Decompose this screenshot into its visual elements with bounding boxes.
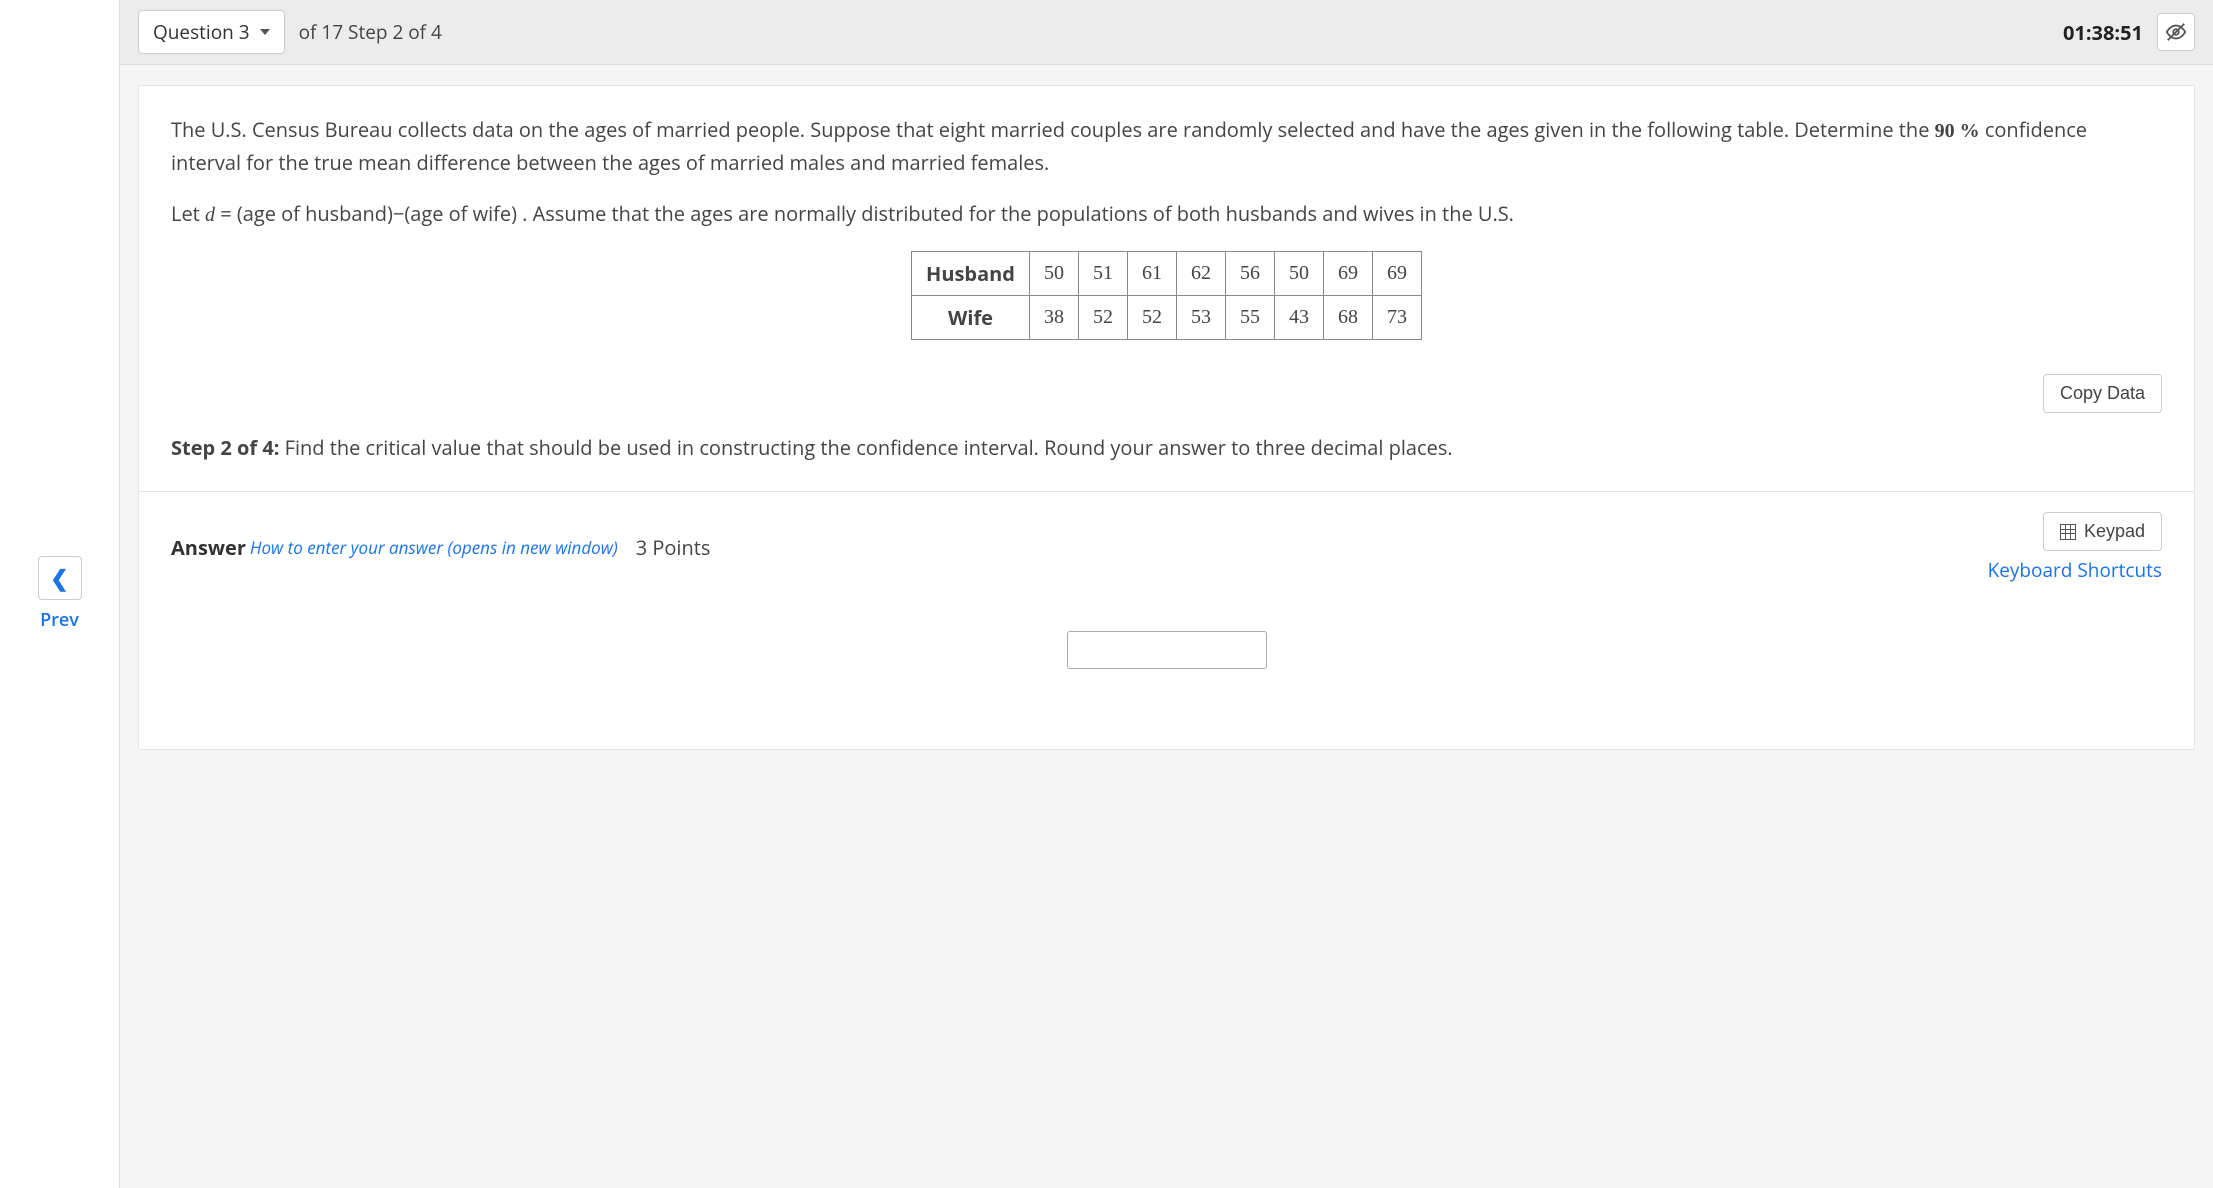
prompt-text: Let: [171, 200, 205, 227]
keypad-label: Keypad: [2084, 521, 2145, 542]
chevron-left-icon: ❮: [50, 563, 68, 593]
table-row: Wife 38 52 52 53 55 43 68 73: [912, 296, 1422, 340]
keypad-button[interactable]: Keypad: [2043, 512, 2162, 551]
wife-age: 68: [1323, 296, 1372, 340]
husband-age: 69: [1323, 252, 1372, 296]
prompt-text: = (age of husband)−(age of wife) . Assum…: [215, 200, 1514, 227]
question-prompt: The U.S. Census Bureau collects data on …: [139, 86, 2194, 368]
progress-text: of 17 Step 2 of 4: [299, 19, 442, 45]
husband-age: 50: [1029, 252, 1078, 296]
wife-age: 52: [1127, 296, 1176, 340]
row-label-husband: Husband: [912, 252, 1030, 296]
question-dropdown-label: Question 3: [153, 19, 250, 45]
husband-age: 50: [1274, 252, 1323, 296]
confidence-level: 90 %: [1935, 120, 1980, 142]
eye-slash-icon: [2165, 21, 2187, 43]
variable-d: d: [205, 204, 215, 226]
answer-help-link[interactable]: How to enter your answer (opens in new w…: [250, 536, 618, 559]
wife-age: 73: [1372, 296, 1421, 340]
hide-timer-button[interactable]: [2157, 13, 2195, 51]
question-dropdown[interactable]: Question 3: [138, 10, 285, 54]
row-label-wife: Wife: [912, 296, 1030, 340]
timer: 01:38:51: [2063, 19, 2143, 46]
answer-input[interactable]: [1067, 631, 1267, 669]
prev-nav-rail: ❮ Prev: [0, 0, 120, 1188]
wife-age: 53: [1176, 296, 1225, 340]
prompt-text: The U.S. Census Bureau collects data on …: [171, 116, 1935, 143]
question-header: Question 3 of 17 Step 2 of 4 01:38:51: [120, 0, 2213, 65]
question-content: The U.S. Census Bureau collects data on …: [138, 85, 2195, 750]
caret-down-icon: [260, 29, 270, 35]
keypad-icon: [2060, 524, 2076, 540]
answer-header: Answer How to enter your answer (opens i…: [139, 491, 2194, 591]
husband-age: 56: [1225, 252, 1274, 296]
prev-label: Prev: [40, 608, 79, 632]
copy-data-label: Copy Data: [2060, 383, 2145, 404]
wife-age: 52: [1078, 296, 1127, 340]
step-label: Step 2 of 4:: [171, 434, 279, 461]
prev-button[interactable]: ❮: [38, 556, 82, 600]
answer-label: Answer: [171, 534, 246, 561]
step-instruction: Step 2 of 4: Find the critical value tha…: [139, 433, 2194, 491]
ages-table: Husband 50 51 61 62 56 50 69 69 Wife 38 …: [911, 251, 1422, 340]
copy-data-button[interactable]: Copy Data: [2043, 374, 2162, 413]
wife-age: 38: [1029, 296, 1078, 340]
wife-age: 55: [1225, 296, 1274, 340]
husband-age: 62: [1176, 252, 1225, 296]
husband-age: 51: [1078, 252, 1127, 296]
table-row: Husband 50 51 61 62 56 50 69 69: [912, 252, 1422, 296]
step-text: Find the critical value that should be u…: [279, 434, 1452, 461]
husband-age: 69: [1372, 252, 1421, 296]
points-label: 3 Points: [636, 534, 711, 561]
keyboard-shortcuts-link[interactable]: Keyboard Shortcuts: [1988, 557, 2162, 583]
wife-age: 43: [1274, 296, 1323, 340]
husband-age: 61: [1127, 252, 1176, 296]
